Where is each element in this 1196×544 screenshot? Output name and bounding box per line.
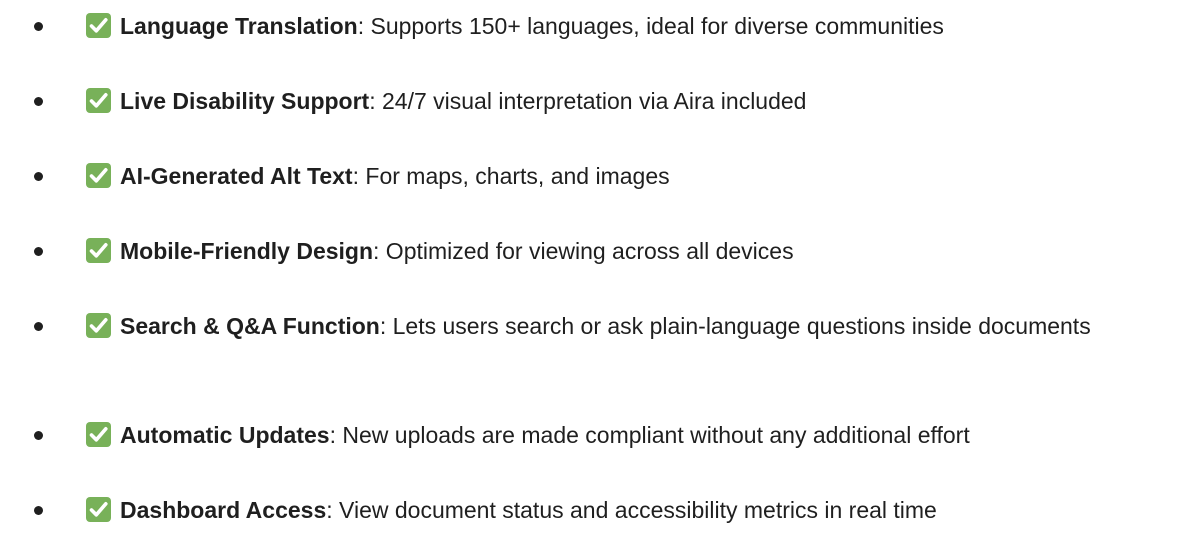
feature-title: AI-Generated Alt Text: [120, 163, 353, 189]
feature-description: View document status and accessibility m…: [332, 497, 937, 523]
list-item-content: Language Translation: Supports 150+ lang…: [86, 9, 1186, 43]
check-mark-icon: [86, 313, 111, 338]
feature-description: For maps, charts, and images: [359, 163, 670, 189]
bullet-icon: [34, 22, 43, 31]
check-mark-icon: [86, 238, 111, 263]
list-item-content: Dashboard Access: View document status a…: [86, 493, 1186, 527]
feature-description: Supports 150+ languages, ideal for diver…: [364, 13, 944, 39]
list-item-content: Mobile-Friendly Design: Optimized for vi…: [86, 234, 1186, 268]
bullet-icon: [34, 506, 43, 515]
check-mark-icon: [86, 88, 111, 113]
feature-description: New uploads are made compliant without a…: [335, 422, 970, 448]
list-item-content: AI-Generated Alt Text: For maps, charts,…: [86, 159, 1186, 193]
feature-title: Search & Q&A Function: [120, 313, 380, 339]
feature-description: Lets users search or ask plain-language …: [386, 313, 1091, 339]
feature-title: Live Disability Support: [120, 88, 370, 114]
feature-title: Language Translation: [120, 13, 358, 39]
list-item-content: Search & Q&A Function: Lets users search…: [86, 309, 1186, 343]
list-item-content: Live Disability Support: 24/7 visual int…: [86, 84, 1186, 118]
bullet-icon: [34, 431, 43, 440]
check-mark-icon: [86, 163, 111, 188]
check-mark-icon: [86, 497, 111, 522]
bullet-icon: [34, 322, 43, 331]
bullet-icon: [34, 172, 43, 181]
bullet-icon: [34, 97, 43, 106]
bullet-icon: [34, 247, 43, 256]
check-mark-icon: [86, 422, 111, 447]
feature-title: Mobile-Friendly Design: [120, 238, 374, 264]
feature-description: 24/7 visual interpretation via Aira incl…: [375, 88, 807, 114]
feature-title: Automatic Updates: [120, 422, 330, 448]
list-item-content: Automatic Updates: New uploads are made …: [86, 418, 1186, 452]
check-mark-icon: [86, 13, 111, 38]
feature-description: Optimized for viewing across all devices: [379, 238, 794, 264]
feature-title: Dashboard Access: [120, 497, 327, 523]
